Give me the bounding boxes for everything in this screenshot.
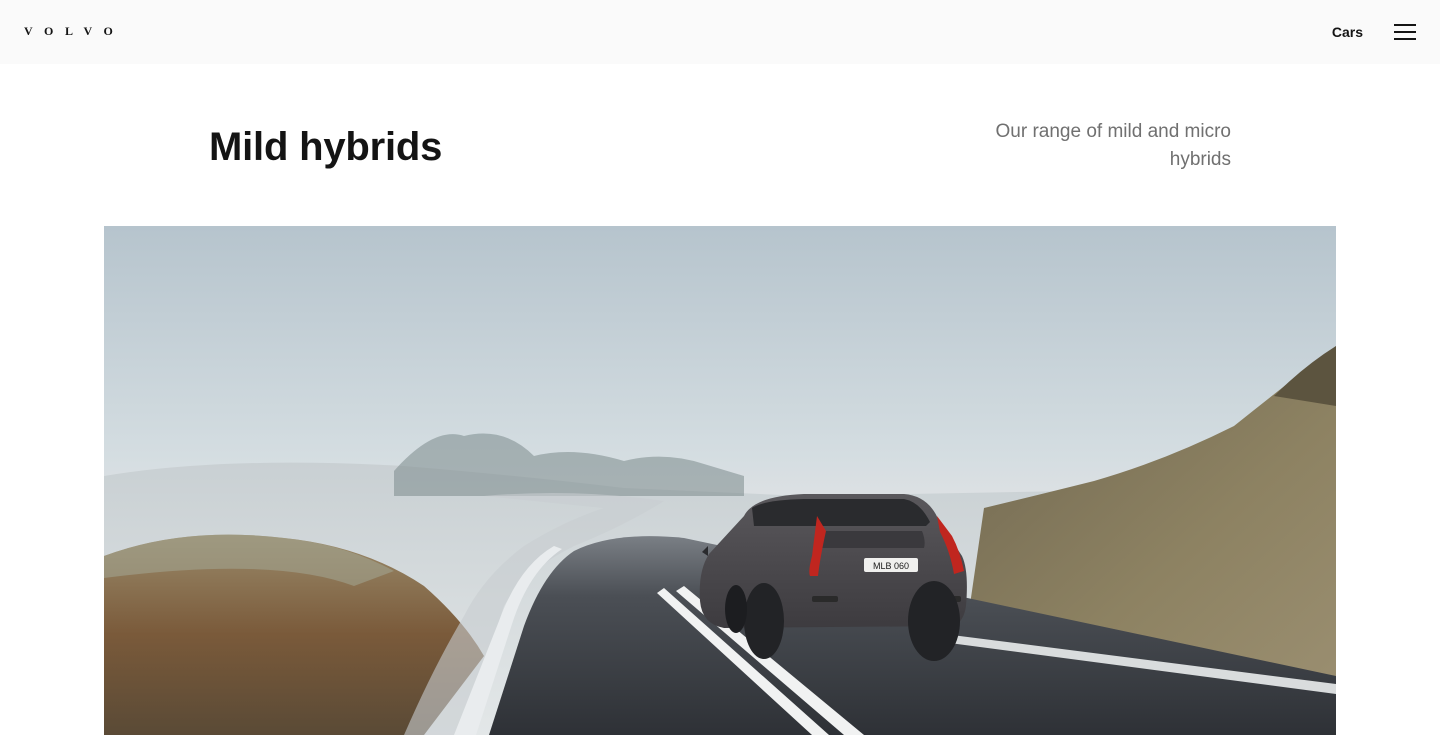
volvo-logo[interactable]: VOLVO <box>24 24 124 38</box>
hamburger-menu-icon[interactable] <box>1394 23 1416 41</box>
cars-nav-link[interactable]: Cars <box>1332 23 1363 41</box>
car-on-road-illustration: MLB 060 <box>104 226 1336 735</box>
hero-heading-section: Mild hybrids Our range of mild and micro… <box>0 64 1440 226</box>
page-title: Mild hybrids <box>209 125 443 169</box>
hero-car-image: MLB 060 <box>104 226 1336 735</box>
page-subtitle: Our range of mild and micro hybrids <box>995 121 1232 170</box>
top-navigation-bar: VOLVO Cars <box>0 0 1440 64</box>
license-plate: MLB 060 <box>873 561 909 571</box>
